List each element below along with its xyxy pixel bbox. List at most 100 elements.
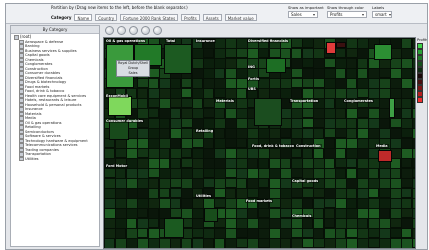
size-caption: Show as important [288, 5, 324, 10]
treemap-label-media[interactable]: Media [375, 144, 389, 148]
treemap-cell[interactable] [104, 238, 115, 248]
treemap-tile[interactable] [336, 42, 346, 48]
treemap-cell[interactable] [412, 168, 415, 178]
treemap-cell[interactable] [137, 208, 148, 218]
treemap-tile[interactable] [108, 96, 132, 116]
treemap-tile[interactable] [109, 120, 129, 140]
zoom-out-icon[interactable] [141, 26, 150, 35]
treemap-cell[interactable] [203, 238, 214, 248]
treemap-cell[interactable] [181, 238, 192, 248]
zoom-in-icon[interactable] [129, 26, 138, 35]
chevron-down-icon [313, 13, 315, 16]
treemap-cell[interactable] [236, 138, 247, 148]
partition-field-assets[interactable]: Assets [202, 13, 222, 21]
labels-control: Labels smart [372, 5, 392, 18]
treemap-cell[interactable] [412, 238, 415, 248]
labels-select-value: smart [375, 12, 387, 17]
labels-caption: Labels [372, 5, 385, 10]
labels-select[interactable]: smart [372, 11, 392, 18]
home-icon[interactable] [153, 26, 162, 35]
treemap-label-materials[interactable]: Materials [215, 99, 235, 103]
treemap-cell[interactable] [181, 148, 192, 158]
partition-field-name[interactable]: Name [74, 13, 93, 21]
treemap-cell[interactable] [401, 228, 412, 238]
treemap-cell[interactable] [258, 178, 269, 188]
view-toolbar [105, 26, 162, 35]
treemap-label-insurance[interactable]: Insurance [195, 39, 216, 43]
treemap-label-divfin[interactable]: Diversified financials [247, 39, 290, 43]
toolbar: Partition by (Drag new items to the left… [6, 4, 427, 24]
partition-controls: Partition by (Drag new items to the left… [51, 4, 283, 23]
treemap-label-consumer[interactable]: Consumer durables [105, 119, 145, 123]
treemap-tile[interactable] [204, 208, 218, 222]
category-panel: By Category (root) Aerospace & defense Ba… [10, 25, 100, 247]
partition-field-profits[interactable]: Profits [181, 13, 200, 21]
treemap-cell[interactable] [401, 158, 412, 168]
treemap-cell[interactable] [181, 78, 192, 88]
tooltip-company: Royal Dutch/Shell Group [118, 61, 148, 70]
treemap-cell[interactable] [280, 128, 291, 138]
treemap-label-transportation[interactable]: Transportation [289, 99, 320, 103]
treemap-label-chemicals[interactable]: Chemicals [291, 214, 313, 218]
treemap-cell[interactable] [368, 188, 379, 198]
treemap-label-food[interactable]: Food, drink & tobacco [251, 144, 295, 148]
forward-icon[interactable] [117, 26, 126, 35]
treemap-label-utilities[interactable]: Utilities [195, 194, 212, 198]
tree-item[interactable]: Utilities [14, 156, 99, 161]
category-tree: (root) Aerospace & defense Banking Busines… [11, 34, 99, 161]
treemap-cell[interactable] [181, 88, 192, 98]
treemap-cell[interactable] [159, 188, 170, 198]
partition-field-category[interactable]: Category [51, 15, 71, 20]
legend-title: Profits [417, 38, 428, 42]
treemap-label-ubs[interactable]: UBS [247, 87, 257, 91]
treemap-cell[interactable] [280, 238, 291, 248]
treemap-tile[interactable] [374, 44, 392, 60]
size-control: Show as important Sales [288, 5, 324, 18]
treemap-label-construction[interactable]: Construction [295, 144, 322, 148]
treemap-tile[interactable] [389, 98, 395, 118]
treemap-tile[interactable] [254, 98, 282, 126]
tooltip: Royal Dutch/Shell Group Sales [116, 60, 150, 77]
treemap-cell[interactable] [346, 158, 357, 168]
partition-field-rank[interactable]: Fortune 2000 Rank States [120, 13, 179, 21]
treemap-cell[interactable] [137, 228, 148, 238]
treemap-cell[interactable] [148, 218, 159, 228]
treemap-label-capital[interactable]: Capital goods [291, 179, 320, 183]
treemap-label-fortis[interactable]: Fortis [247, 77, 260, 81]
tree-item-label: Utilities [25, 156, 39, 161]
folder-icon [19, 156, 24, 161]
color-select[interactable]: Profits [327, 11, 367, 18]
treemap-cell[interactable] [324, 218, 335, 228]
treemap-label-ford[interactable]: Ford Motor [105, 164, 129, 168]
treemap-tile[interactable] [164, 44, 192, 74]
treemap-cell[interactable] [148, 108, 159, 118]
treemap-tile[interactable] [266, 58, 286, 73]
treemap-label-oil[interactable]: Oil & gas operations [105, 39, 146, 43]
size-select-value: Sales [291, 12, 302, 17]
treemap-cell[interactable] [258, 48, 269, 58]
color-caption: Show through color [327, 5, 364, 10]
treemap-label-ing[interactable]: ING [247, 65, 256, 69]
partition-field-country[interactable]: Country [95, 13, 118, 21]
treemap-cell[interactable] [335, 48, 346, 58]
treemap-tile[interactable] [326, 42, 336, 54]
treemap-label-retailing[interactable]: Retailing [195, 129, 215, 133]
treemap-label-foodmarkets[interactable]: Food markets [245, 199, 274, 203]
treemap-cell[interactable] [203, 48, 214, 58]
treemap-tile[interactable] [164, 218, 184, 238]
treemap-cell[interactable] [401, 188, 412, 198]
chevron-down-icon [388, 13, 391, 16]
back-icon[interactable] [105, 26, 114, 35]
treemap-cell[interactable] [412, 158, 415, 168]
color-control: Show through color Profits [327, 5, 367, 18]
treemap-cell[interactable] [291, 148, 302, 158]
category-panel-header: By Category [11, 26, 99, 34]
treemap-cell[interactable] [214, 238, 225, 248]
treemap-tile[interactable] [378, 150, 392, 162]
treemap-label-exxon[interactable]: ExxonMobil [105, 94, 129, 98]
treemap-cell[interactable] [170, 238, 181, 248]
treemap-label-conglomerates[interactable]: Conglomerates [343, 99, 374, 103]
size-select[interactable]: Sales [288, 11, 318, 18]
partition-field-market-value[interactable]: Market value [224, 13, 257, 21]
treemap-label-total[interactable]: Total [165, 39, 177, 43]
